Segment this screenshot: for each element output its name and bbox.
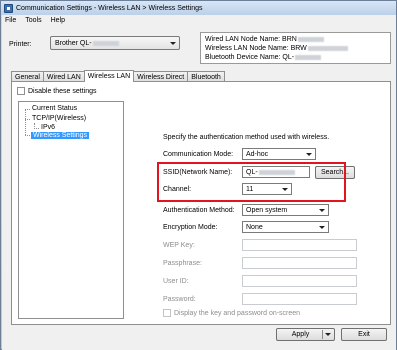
user-id-input[interactable] (242, 275, 357, 287)
wep-key-label: WEP Key: (163, 242, 195, 249)
communication-mode-select[interactable]: Ad-hoc (242, 148, 316, 160)
tab-wireless-lan[interactable]: Wireless LAN (83, 70, 135, 82)
tree-connector (25, 135, 30, 136)
description-text: Specify the authentication method used w… (163, 134, 330, 141)
redacted-text (92, 40, 119, 46)
password-label: Password: (163, 296, 196, 303)
communication-mode-value: Ad-hoc (246, 150, 269, 158)
tree-item-wireless-settings[interactable]: Wireless Settings (31, 132, 90, 139)
apply-button[interactable]: Apply (276, 328, 335, 341)
auth-method-select[interactable]: Open system (242, 204, 329, 216)
bluetooth-device-name: Bluetooth Device Name: QL- (205, 54, 295, 61)
settings-tree: Current Status TCP/IP(Wireless) IPv6 Wir… (18, 101, 124, 319)
disable-settings-label: Disable these settings (28, 87, 97, 95)
encryption-mode-select[interactable]: None (242, 221, 329, 233)
printer-label: Printer: (9, 41, 32, 48)
redacted-text (297, 36, 324, 42)
wep-key-input[interactable] (242, 239, 357, 251)
disable-settings-checkbox[interactable] (17, 87, 25, 95)
redacted-text (307, 45, 348, 51)
wireless-lan-panel: Disable these settings Current Status TC… (11, 81, 391, 325)
tree-item-current-status[interactable]: Current Status (32, 105, 77, 112)
disable-settings-row[interactable]: Disable these settings (17, 87, 96, 95)
tree-item-ipv6[interactable]: IPv6 (41, 124, 55, 131)
window-title: Communication Settings - Wireless LAN > … (16, 4, 203, 12)
passphrase-input[interactable] (242, 257, 357, 269)
printer-select[interactable]: Brother QL- (50, 36, 180, 50)
tree-connector (25, 109, 30, 110)
encryption-mode-value: None (246, 223, 263, 231)
chevron-down-icon (319, 209, 325, 212)
tree-item-tcpip-wireless[interactable]: TCP/IP(Wireless) (32, 115, 86, 122)
exit-button[interactable]: Exit (341, 328, 387, 341)
chevron-down-icon[interactable] (325, 333, 331, 336)
display-key-checkbox[interactable] (163, 309, 171, 317)
tree-connector (25, 109, 26, 135)
app-icon (4, 3, 13, 13)
tree-connector (34, 128, 39, 129)
tree-connector (25, 119, 30, 120)
menu-bar: File Tools Help (2, 15, 396, 26)
apply-label: Apply (291, 331, 310, 338)
device-info-box: Wired LAN Node Name: BRN Wireless LAN No… (200, 32, 391, 64)
client-area: Printer: Brother QL- Wired LAN Node Name… (2, 26, 396, 350)
display-key-label: Display the key and password on-screen (174, 309, 301, 317)
user-id-label: User ID: (163, 278, 189, 285)
chevron-down-icon (170, 42, 176, 45)
encryption-mode-label: Encryption Mode: (163, 224, 218, 231)
auth-method-value: Open system (246, 206, 288, 214)
password-input[interactable] (242, 293, 357, 305)
auth-method-label: Authentication Method: (163, 207, 235, 214)
menu-file[interactable]: File (5, 17, 16, 24)
redacted-text (295, 54, 322, 60)
main-window: Communication Settings - Wireless LAN > … (0, 0, 397, 350)
printer-value: Brother QL- (55, 39, 92, 47)
chevron-down-icon (319, 226, 325, 229)
communication-mode-label: Communication Mode: (163, 151, 234, 158)
passphrase-label: Passphrase: (163, 260, 202, 267)
display-key-row[interactable]: Display the key and password on-screen (163, 309, 300, 317)
menu-tools[interactable]: Tools (25, 17, 41, 24)
chevron-down-icon (306, 153, 312, 156)
wired-node-name: Wired LAN Node Name: BRN (205, 36, 297, 43)
wireless-node-name: Wireless LAN Node Name: BRW (205, 45, 307, 52)
highlight-box (157, 162, 346, 202)
menu-help[interactable]: Help (51, 17, 65, 24)
title-bar[interactable]: Communication Settings - Wireless LAN > … (1, 1, 396, 15)
split-divider (322, 330, 323, 339)
